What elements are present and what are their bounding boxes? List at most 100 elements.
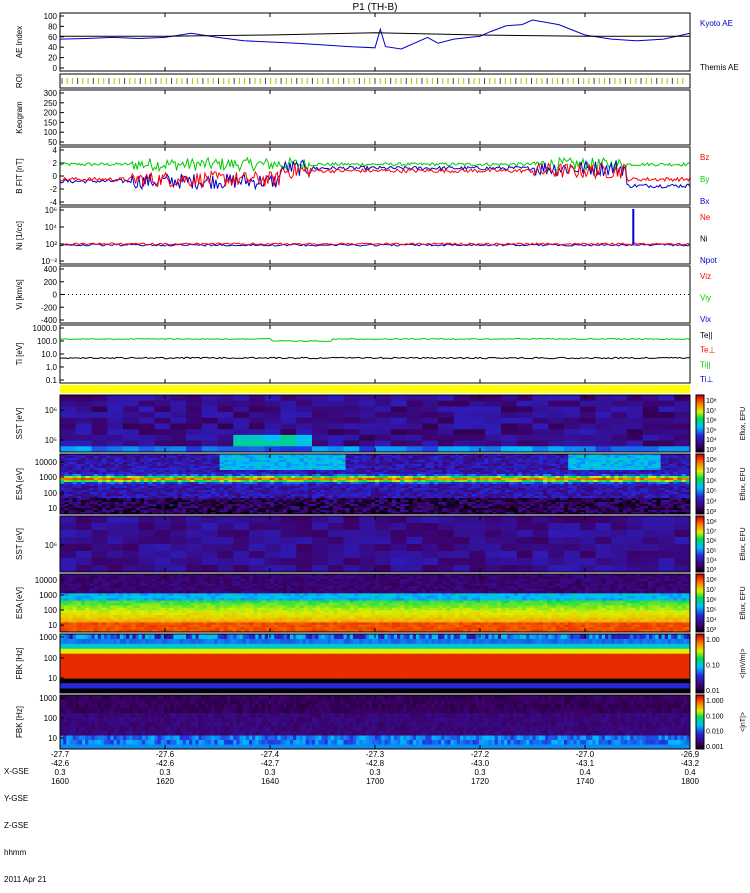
sst1-cell	[233, 429, 250, 436]
sst2-cell	[249, 530, 266, 538]
sst1-cell	[312, 395, 329, 402]
sst2-cell	[60, 551, 77, 559]
sst1-cell	[138, 440, 155, 447]
sst2-cell	[438, 537, 455, 545]
sst2-cell	[359, 558, 376, 566]
sst1-cell	[438, 440, 455, 447]
esa1-cell	[677, 506, 682, 509]
sst1-cell	[674, 395, 691, 402]
sst2-cell	[469, 523, 486, 531]
esa1-cell	[471, 508, 477, 511]
sst1-cell	[627, 406, 644, 413]
sst2-cell	[107, 551, 124, 559]
sst1-cell	[501, 440, 518, 447]
sst1-cell	[390, 412, 407, 419]
sst2-cell	[485, 558, 502, 566]
esa1-cell	[656, 498, 661, 501]
sst2-cell	[327, 544, 344, 552]
sst1-cell	[327, 423, 344, 430]
sst1-cell	[170, 429, 187, 436]
sst2-cell	[422, 558, 439, 566]
esa1-cell	[186, 502, 191, 505]
sst1-cell	[91, 412, 108, 419]
sst1-cell	[75, 400, 92, 407]
sst1-cell	[501, 406, 518, 413]
sst1-cell	[501, 434, 518, 441]
sst1-cell	[107, 440, 124, 447]
sst2-cell	[406, 523, 423, 531]
esa1-cell	[152, 504, 157, 507]
sst1-cell	[249, 434, 266, 441]
esa1-cell	[366, 500, 372, 503]
sst1-cell	[438, 446, 455, 453]
sst2-cell	[154, 530, 171, 538]
sst1-cell	[611, 429, 628, 436]
sst1-cell	[564, 400, 581, 407]
sst1-cell	[390, 423, 407, 430]
sst1-cell	[359, 429, 376, 436]
sst1-cell	[233, 412, 250, 419]
sst2-cell	[422, 530, 439, 538]
sst1-cell	[217, 440, 234, 447]
sst2-cell	[501, 523, 518, 531]
esa1-cell	[156, 504, 162, 507]
sst1-cell	[233, 423, 250, 430]
esa1-cell	[110, 496, 115, 499]
sst1-cell	[611, 400, 628, 407]
sst1-cell	[217, 412, 234, 419]
esa1-cell	[240, 500, 246, 503]
esa1-cell	[316, 498, 321, 501]
esa1-cell	[660, 510, 666, 513]
sst1-cell	[564, 423, 581, 430]
sst2-cell	[312, 537, 329, 545]
sst1-cell	[516, 412, 533, 419]
esa1-cell	[576, 502, 582, 505]
sst2-cell	[201, 551, 218, 559]
sst1-cell	[422, 440, 439, 447]
sst1-cell	[233, 400, 250, 407]
sst1-cell	[186, 417, 203, 424]
sst2-cell	[138, 558, 155, 566]
sst1-cell	[516, 429, 533, 436]
sst1-cell	[438, 412, 455, 419]
esa1-cell	[118, 498, 124, 501]
esa1-cell	[190, 500, 195, 503]
sst1-cell	[343, 429, 360, 436]
sst2-cell	[375, 544, 392, 552]
sst1-cell	[579, 423, 596, 430]
sst1-cell	[532, 446, 549, 453]
sst1-cell	[674, 440, 691, 447]
sst1-cell	[516, 417, 533, 424]
sst2-cell	[138, 544, 155, 552]
sst1-cell	[264, 417, 281, 424]
sst1-cell	[91, 446, 108, 453]
esa1-cell	[118, 504, 124, 507]
sst1-cell	[375, 429, 392, 436]
sst2-cell	[107, 544, 124, 552]
sst1-cell	[658, 446, 675, 453]
sst1-cell	[91, 440, 108, 447]
sst2-cell	[264, 565, 281, 573]
sst1-cell	[296, 440, 313, 447]
esa1-cell	[265, 502, 271, 505]
sst2-cell	[406, 544, 423, 552]
sst1-cell	[532, 440, 549, 447]
esa1-cell	[110, 510, 115, 513]
sst1-cell	[611, 434, 628, 441]
sst1-cell	[674, 400, 691, 407]
sst1-cell	[453, 395, 470, 402]
sst2-cell	[233, 551, 250, 559]
sst1-cell	[312, 417, 329, 424]
esa1-cell	[404, 506, 409, 509]
sst1-cell	[170, 406, 187, 413]
sst1-cell	[249, 406, 266, 413]
sst1-cell	[123, 429, 140, 436]
sst1-cell	[296, 400, 313, 407]
sst1-cell	[674, 434, 691, 441]
sst2-cell	[359, 537, 376, 545]
sst1-cell	[138, 429, 155, 436]
sst1-cell	[327, 434, 344, 441]
sst1-cell	[453, 434, 470, 441]
sst1-cell	[186, 423, 203, 430]
sst1-cell	[674, 406, 691, 413]
